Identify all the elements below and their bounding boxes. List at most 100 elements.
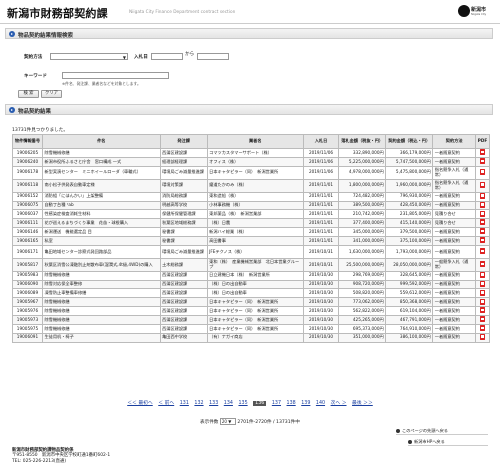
item-title-cell[interactable]: 消防組「にほんかい」上架整備: [41, 191, 161, 202]
table-row: 19006178 新型実演センター ミニホイールローダ（車輪式） 環境局ごみ減量推進…: [12, 165, 490, 180]
bid-amount-cell: 1,630,000,000円: [338, 244, 387, 259]
pdf-icon[interactable]: [480, 210, 485, 217]
pdf-icon[interactable]: [480, 298, 485, 305]
back-to-top-link[interactable]: このページの先頭へ戻る: [396, 428, 488, 435]
item-title-cell[interactable]: 除雪機械修繕: [41, 306, 161, 316]
pdf-icon[interactable]: [480, 261, 485, 268]
contractor-name-cell: （株）日農: [206, 218, 304, 229]
item-title-cell[interactable]: 凍雪防止車整備車修繕: [41, 288, 161, 299]
page-link[interactable]: 133: [209, 401, 218, 406]
date-to-input[interactable]: [197, 53, 229, 60]
search-button[interactable]: 検 索: [18, 90, 39, 98]
item-title-cell[interactable]: 生徒用机・椅子: [41, 332, 161, 343]
pdf-icon[interactable]: [480, 316, 485, 323]
item-title-cell[interactable]: 新潟運送 機能選定品 目: [41, 227, 161, 237]
item-title-cell[interactable]: 私室: [41, 235, 161, 246]
bid-date-cell: 2019/10/31: [302, 244, 340, 259]
pdf-icon[interactable]: [480, 289, 485, 296]
logo-subtext: Niigata City: [471, 13, 487, 16]
bid-amount-cell: 345,000,000円: [338, 227, 387, 237]
pdf-icon[interactable]: [480, 325, 485, 332]
pdf-icon[interactable]: [480, 168, 485, 175]
item-title-cell[interactable]: 南小松子供発表自動車定様: [41, 178, 161, 193]
first-page-link[interactable]: ＜＜ 最初へ: [127, 399, 153, 406]
item-title-cell[interactable]: 亀田地域センター診察式発回路部品: [41, 244, 161, 259]
item-title-cell[interactable]: 性感染症検査消耗生材料: [41, 209, 161, 220]
bid-date-cell: 2019/10/30: [302, 323, 340, 334]
contractor-name-cell: オフィス（株）: [206, 156, 304, 167]
item-title-cell[interactable]: 除雪機械修繕: [41, 270, 161, 281]
date-from-input[interactable]: [151, 53, 183, 60]
contract-amount-cell: 467,791,000円: [385, 314, 434, 325]
search-section-header: 物品契約結果情報検索: [5, 28, 493, 39]
bid-date-cell: 2019/11/01: [302, 227, 340, 237]
item-title-cell[interactable]: 新型実演センター ミニホイールローダ（車輪式）: [41, 165, 161, 180]
page-link[interactable]: 132: [194, 401, 203, 406]
bid-amount-cell: 562,822,000円: [338, 306, 387, 316]
per-page-select[interactable]: 20 ▼: [219, 418, 236, 425]
pdf-icon[interactable]: [480, 307, 485, 314]
table-row: 19005973 除雪機械修繕 西蒲区建設課 日本キャタピラー（同） 新潟営業所 201…: [12, 314, 490, 325]
pdf-icon[interactable]: [480, 181, 485, 188]
table-row: 19006165 私室 秘書課 高田書事 2019/11/01 341,000,000円 3…: [12, 235, 490, 246]
item-title-cell[interactable]: 除雪機械修繕: [41, 323, 161, 334]
pdf-icon[interactable]: [480, 149, 485, 156]
item-number-cell: 19005976: [12, 306, 43, 316]
table-header-row: 物件情報番号 件名 発注課 業者名 入札日 落札金額（税抜・円） 契約金額（税込…: [12, 134, 490, 149]
results-section-header: 物品契約結果: [5, 104, 493, 115]
contractor-name-cell: （有）ナガイ商店: [206, 332, 304, 343]
item-number-cell: 19006111: [12, 218, 43, 229]
page-link[interactable]: 134: [224, 401, 233, 406]
bid-date-cell: 2019/11/01: [302, 209, 340, 220]
column-header: 契約方法: [432, 134, 477, 149]
item-title-cell[interactable]: 除雪対応保全車整修: [41, 279, 161, 290]
item-title-cell[interactable]: 新潟市役所ふるさと庁舎 窓口構成 一式: [41, 156, 161, 167]
ordering-dept-cell: 秘書課: [159, 235, 208, 246]
pdf-icon[interactable]: [480, 193, 485, 199]
item-title-cell[interactable]: 秋葉区消雪公凍融別止剤散布車(湿潤式,4t級,4WD)の購入: [41, 257, 161, 272]
item-title-cell[interactable]: 自動丁台種 ¹ab: [41, 200, 161, 211]
clear-button[interactable]: クリア: [41, 90, 62, 98]
pdf-icon[interactable]: [480, 158, 485, 165]
site-title[interactable]: 新潟市財務部契約課: [7, 5, 108, 21]
page-link[interactable]: 138: [287, 401, 296, 406]
contract-amount-cell: 28,050,000,000円: [385, 257, 434, 272]
ordering-dept-cell: 環境局ごみ減量推進課: [159, 165, 208, 180]
pdf-icon[interactable]: [480, 248, 485, 255]
method-select[interactable]: ▼: [50, 53, 128, 60]
pdf-icon[interactable]: [480, 202, 485, 208]
page-link[interactable]: 137: [272, 401, 281, 406]
method-label: 契約方法: [24, 55, 43, 60]
pdf-icon[interactable]: [480, 281, 485, 287]
page-link[interactable]: 140: [316, 401, 325, 406]
contractor-name-cell: 新潟ハイ総業（株）: [206, 227, 304, 237]
item-number-cell: 19005817: [12, 257, 43, 272]
contract-method-cell: 一者随意契約: [432, 191, 477, 202]
next-page-link[interactable]: 次へ ＞: [331, 399, 347, 406]
page-link[interactable]: 135: [238, 401, 247, 406]
pdf-icon[interactable]: [480, 228, 485, 235]
contract-amount-cell: 415,140,000円: [385, 218, 434, 229]
page-link[interactable]: 139: [301, 401, 310, 406]
back-to-top-label: このページの先頭へ戻る: [402, 428, 448, 433]
pdf-cell: [475, 297, 490, 308]
item-title-cell[interactable]: 除雪機械修繕: [41, 314, 161, 325]
pdf-icon[interactable]: [480, 272, 485, 278]
ordering-dept-cell: 西蒲区建設課: [159, 306, 208, 316]
pdf-icon[interactable]: [480, 334, 485, 340]
pdf-icon[interactable]: [480, 219, 485, 226]
pdf-icon[interactable]: [480, 237, 485, 244]
city-logo[interactable]: 新潟市 Niigata City: [458, 5, 492, 20]
item-number-cell: 19005975: [12, 323, 43, 334]
keyword-input[interactable]: [62, 72, 169, 79]
item-title-cell[interactable]: 除雪機械修繕: [41, 148, 161, 158]
item-title-cell[interactable]: 除雪機械修繕: [41, 297, 161, 308]
last-page-link[interactable]: 最後 ＞＞: [352, 399, 373, 406]
contract-method-cell: 一者随意契約: [432, 235, 477, 246]
item-title-cell[interactable]: 花が巡えるまちづくり事業 花苗・球根購入: [41, 218, 161, 229]
page-link[interactable]: 131: [180, 401, 189, 406]
prev-page-link[interactable]: ＜ 前へ: [158, 399, 174, 406]
contract-method-cell: 一者随意契約: [432, 270, 477, 281]
contract-method-cell: 見積り合せ: [432, 218, 477, 229]
city-home-link[interactable]: 新潟市HPへ戻る: [408, 439, 488, 446]
